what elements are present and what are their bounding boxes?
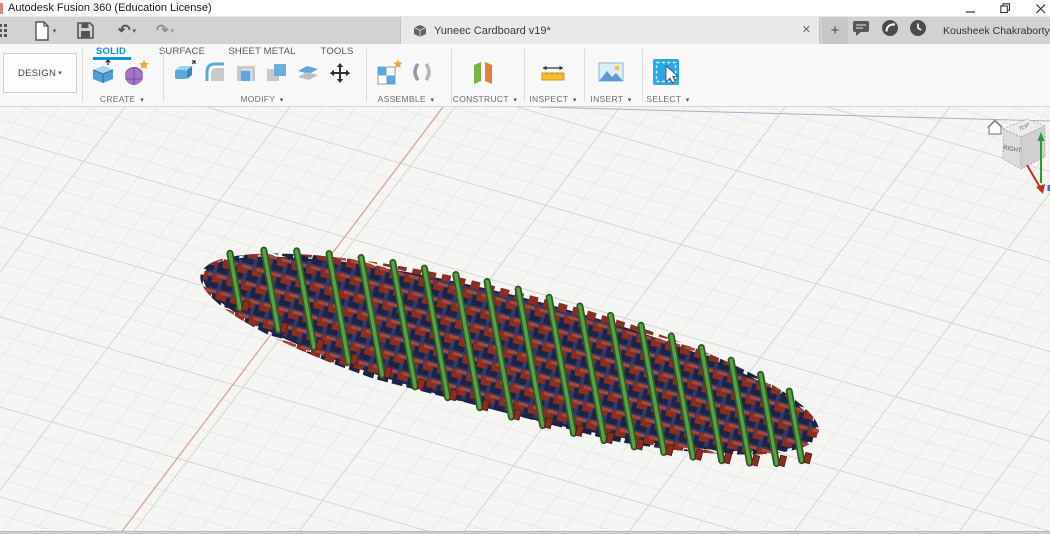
shell-icon	[232, 58, 260, 86]
app-icon	[0, 3, 3, 14]
group-construct-label: CONSTRUCT	[453, 94, 509, 104]
user-name[interactable]: Kousheek Chakraborty	[943, 25, 1050, 37]
window-title: Autodesk Fusion 360 (Education License)	[8, 2, 212, 14]
select-icon	[650, 56, 684, 90]
restore-button[interactable]	[1000, 3, 1011, 14]
press-pull-icon	[170, 58, 198, 86]
construct-plane-button[interactable]	[468, 58, 498, 93]
new-document-tab-button[interactable]: +	[822, 17, 848, 44]
move-button[interactable]	[327, 60, 353, 91]
tab-solid[interactable]: SOLID	[96, 46, 126, 57]
measure-icon	[538, 62, 568, 86]
minimize-icon	[966, 4, 976, 14]
split-body-button[interactable]	[294, 58, 322, 91]
group-select-caret: ▾	[686, 97, 690, 104]
group-select[interactable]: SELECT ▾	[618, 94, 718, 104]
workspace-caret: ▾	[58, 69, 62, 77]
create-form-icon	[121, 58, 151, 88]
save-icon	[76, 21, 95, 40]
combine-icon	[263, 58, 291, 86]
file-menu-caret: ▾	[53, 27, 57, 35]
create-form-button[interactable]	[121, 58, 151, 93]
scene-canvas[interactable]	[0, 107, 1050, 531]
group-modify-label: MODIFY	[240, 94, 275, 104]
new-component-icon	[374, 58, 404, 88]
file-icon	[32, 20, 51, 42]
fillet-icon	[201, 58, 229, 86]
extensions-icon	[881, 19, 899, 37]
redo-icon: ↷	[156, 23, 169, 38]
redo-caret: ▾	[171, 27, 175, 35]
grid-icon	[0, 23, 7, 39]
create-solid-icon	[88, 58, 118, 88]
group-create-caret: ▾	[140, 97, 144, 104]
document-cube-icon	[413, 24, 427, 38]
view-cube[interactable]: RIGHT TOP	[975, 107, 1050, 205]
press-pull-button[interactable]	[170, 58, 198, 91]
application-toolbar: ▾ ↶ ▾ ↷ ▾ Yuneec Cardboard v19* ✕ +	[0, 17, 1050, 44]
undo-icon: ↶	[118, 23, 131, 38]
group-select-label: SELECT	[646, 94, 681, 104]
move-icon	[327, 60, 353, 86]
workspace-label: DESIGN	[18, 68, 56, 79]
select-button[interactable]	[650, 56, 684, 95]
viewport[interactable]: RIGHT TOP	[0, 107, 1050, 531]
document-title: Yuneec Cardboard v19*	[434, 25, 551, 37]
tab-sheet-metal[interactable]: SHEET METAL	[228, 46, 295, 57]
job-status-button[interactable]	[909, 19, 927, 42]
undo-button[interactable]: ↶ ▾	[109, 17, 145, 44]
clock-icon	[909, 19, 927, 37]
minimize-button[interactable]	[965, 3, 976, 14]
group-assemble-label: ASSEMBLE	[378, 94, 426, 104]
joint-icon	[408, 58, 436, 86]
insert-image-button[interactable]	[596, 58, 626, 91]
shell-button[interactable]	[232, 58, 260, 91]
fillet-button[interactable]	[201, 58, 229, 91]
group-create-label: CREATE	[100, 94, 136, 104]
create-solid-button[interactable]	[88, 58, 118, 93]
close-icon	[1036, 4, 1046, 14]
tab-surface[interactable]: SURFACE	[159, 46, 205, 57]
fusion360-window: Autodesk Fusion 360 (Education License) …	[0, 0, 1050, 534]
insert-image-icon	[596, 58, 626, 86]
group-create[interactable]: CREATE ▾	[72, 94, 172, 104]
extensions-button[interactable]	[881, 19, 899, 42]
file-menu-button[interactable]: ▾	[25, 17, 63, 44]
document-tab[interactable]: Yuneec Cardboard v19* ✕	[400, 17, 820, 44]
undo-caret: ▾	[133, 27, 137, 35]
group-modify-caret: ▾	[280, 97, 284, 104]
new-component-button[interactable]	[374, 58, 404, 93]
redo-button[interactable]: ↷ ▾	[147, 17, 183, 44]
close-window-button[interactable]	[1035, 3, 1046, 14]
save-button[interactable]	[71, 17, 99, 44]
joint-button[interactable]	[408, 58, 436, 91]
home-icon[interactable]	[988, 120, 1003, 134]
comment-bubble-icon	[852, 19, 871, 37]
split-body-icon	[294, 58, 322, 86]
group-modify[interactable]: MODIFY ▾	[212, 94, 312, 104]
ribbon: DESIGN ▾ SOLID SURFACE SHEET METAL TOOLS	[0, 44, 1050, 107]
title-bar: Autodesk Fusion 360 (Education License)	[0, 0, 1050, 17]
comments-button[interactable]	[852, 19, 871, 42]
measure-button[interactable]	[538, 62, 568, 91]
app-launcher-button[interactable]	[0, 17, 7, 44]
restore-icon	[1000, 3, 1011, 14]
workspace-selector[interactable]: DESIGN ▾	[3, 53, 77, 93]
tab-tools[interactable]: TOOLS	[320, 46, 353, 57]
close-document-button[interactable]: ✕	[802, 23, 811, 36]
group-assemble-caret: ▾	[431, 97, 435, 104]
combine-button[interactable]	[263, 58, 291, 91]
construct-plane-icon	[468, 58, 498, 88]
view-cube-body[interactable]: RIGHT TOP	[1002, 119, 1045, 169]
